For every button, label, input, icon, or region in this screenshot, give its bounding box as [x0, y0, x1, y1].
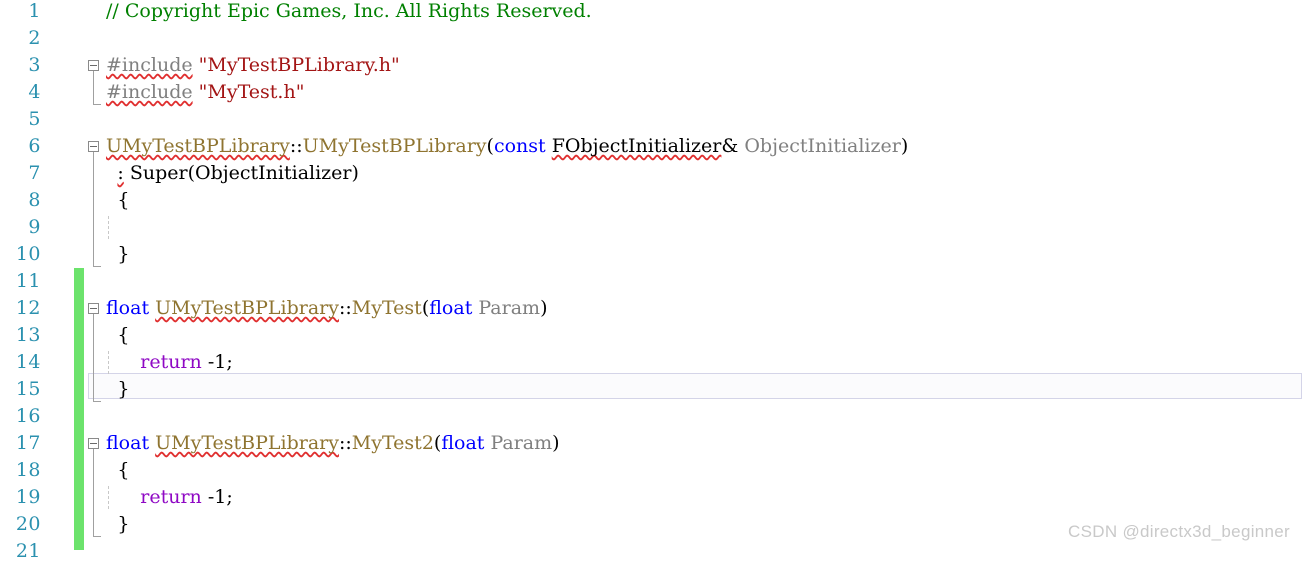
code-line-text-12: float UMyTestBPLibrary::MyTest(float Par… [88, 297, 547, 319]
token-6-1: :: [289, 135, 303, 157]
code-line-1[interactable]: // Copyright Epic Games, Inc. All Rights… [88, 0, 592, 25]
token-6-9: ) [900, 135, 909, 157]
token-6-0: UMyTestBPLibrary [106, 135, 290, 157]
code-line-19[interactable]: return -1; [88, 484, 233, 511]
token-17-4: MyTest2 [351, 432, 434, 454]
token-6-2: UMyTestBPLibrary [302, 135, 487, 157]
token-6-8: ObjectInitializer [744, 135, 901, 157]
token-12-0: float [106, 297, 150, 319]
code-line-3[interactable]: #include "MyTestBPLibrary.h" [88, 52, 400, 79]
line-number-gutter: 1 2 3 4 5 6 7 8 9 10 11 12 13 14 15 16 17 18 19 20 21 [0, 0, 74, 562]
line-number-4: 4 [28, 81, 41, 103]
token-12-3: :: [338, 297, 352, 319]
token-14-0: return [140, 351, 202, 373]
code-line-14[interactable]: return -1; [88, 349, 233, 376]
token-20-0: } [117, 513, 130, 535]
line-number-6: 6 [28, 135, 41, 157]
token-3-2: "MyTestBPLibrary.h" [198, 54, 400, 76]
token-10-0: } [117, 243, 130, 265]
token-3-0: #include [106, 54, 193, 76]
code-line-text-15: } [88, 378, 130, 400]
code-line-text-20: } [88, 513, 130, 535]
line-number-19: 19 [15, 486, 41, 508]
code-line-6[interactable]: UMyTestBPLibrary::UMyTestBPLibrary(const… [88, 133, 908, 160]
line-number-16: 16 [15, 405, 41, 427]
token-8-0: { [117, 189, 130, 211]
code-line-13[interactable]: { [88, 322, 130, 349]
code-line-10[interactable]: } [88, 241, 130, 268]
code-line-text-3: #include "MyTestBPLibrary.h" [88, 54, 400, 76]
token-15-0: } [117, 378, 130, 400]
line-number-18: 18 [15, 459, 41, 481]
line-number-12: 12 [15, 297, 41, 319]
code-line-17[interactable]: float UMyTestBPLibrary::MyTest2(float Pa… [88, 430, 560, 457]
line-number-8: 8 [28, 189, 41, 211]
line-number-14: 14 [15, 351, 41, 373]
line-number-17: 17 [15, 432, 41, 454]
code-line-8[interactable]: { [88, 187, 130, 214]
token-4-2: "MyTest.h" [198, 81, 305, 103]
line-number-13: 13 [15, 324, 41, 346]
code-line-12[interactable]: float UMyTestBPLibrary::MyTest(float Par… [88, 295, 547, 322]
token-6-7: & [721, 135, 745, 157]
token-17-6: float [441, 432, 485, 454]
code-line-20[interactable]: } [88, 511, 130, 538]
code-line-text-17: float UMyTestBPLibrary::MyTest2(float Pa… [88, 432, 560, 454]
token-12-9: ) [540, 297, 548, 319]
code-line-text-13: { [88, 324, 130, 346]
line-number-20: 20 [15, 513, 41, 535]
token-4-0: #include [106, 81, 193, 103]
line-number-1: 1 [28, 0, 41, 22]
token-19-1: -1; [201, 486, 233, 508]
token-17-9: ) [552, 432, 560, 454]
token-7-1: Super(ObjectInitializer) [123, 162, 359, 184]
code-line-18[interactable]: { [88, 457, 130, 484]
line-number-5: 5 [28, 108, 41, 130]
token-19-0: return [140, 486, 202, 508]
line-number-10: 10 [15, 243, 41, 265]
code-line-text-19: return -1; [88, 486, 233, 508]
code-line-text-4: #include "MyTest.h" [88, 81, 304, 103]
code-surface[interactable]: // Copyright Epic Games, Inc. All Rights… [88, 0, 1308, 550]
code-line-text-18: { [88, 459, 130, 481]
code-line-7[interactable]: : Super(ObjectInitializer) [88, 160, 359, 187]
token-6-6: FObjectInitializer [551, 135, 722, 157]
token-12-6: float [429, 297, 473, 319]
line-number-3: 3 [28, 54, 41, 76]
csdn-watermark: CSDN @directx3d_beginner [1068, 522, 1290, 541]
token-18-0: { [117, 459, 130, 481]
token-12-4: MyTest [351, 297, 422, 319]
line-number-21: 21 [15, 540, 41, 562]
code-line-text-10: } [88, 243, 130, 265]
token-17-3: :: [338, 432, 352, 454]
code-line-text-1: // Copyright Epic Games, Inc. All Rights… [88, 0, 592, 22]
token-17-0: float [106, 432, 150, 454]
token-13-0: { [117, 324, 130, 346]
constructor-indent-guide [108, 216, 109, 239]
line-number-7: 7 [28, 162, 41, 184]
token-12-8: Param [478, 297, 541, 319]
line-number-11: 11 [15, 270, 41, 292]
token-1-0: // Copyright Epic Games, Inc. All Rights… [106, 0, 592, 22]
code-line-text-7: : Super(ObjectInitializer) [88, 162, 359, 184]
code-editor[interactable]: 1 2 3 4 5 6 7 8 9 10 11 12 13 14 15 16 17 18 19 20 21 // Cop… [0, 0, 1308, 562]
line-number-9: 9 [28, 216, 41, 238]
line-number-15: 15 [15, 378, 41, 400]
code-line-text-8: { [88, 189, 130, 211]
token-17-2: UMyTestBPLibrary [155, 432, 339, 454]
code-line-text-6: UMyTestBPLibrary::UMyTestBPLibrary(const… [88, 135, 908, 157]
line-number-2: 2 [28, 27, 41, 49]
code-line-15[interactable]: } [88, 376, 130, 403]
change-bar [74, 268, 84, 550]
token-6-4: const [493, 135, 546, 157]
code-line-4[interactable]: #include "MyTest.h" [88, 79, 304, 106]
code-line-text-14: return -1; [88, 351, 233, 373]
token-12-2: UMyTestBPLibrary [155, 297, 339, 319]
token-14-1: -1; [201, 351, 233, 373]
token-6-3: ( [486, 135, 494, 157]
token-17-8: Param [490, 432, 553, 454]
